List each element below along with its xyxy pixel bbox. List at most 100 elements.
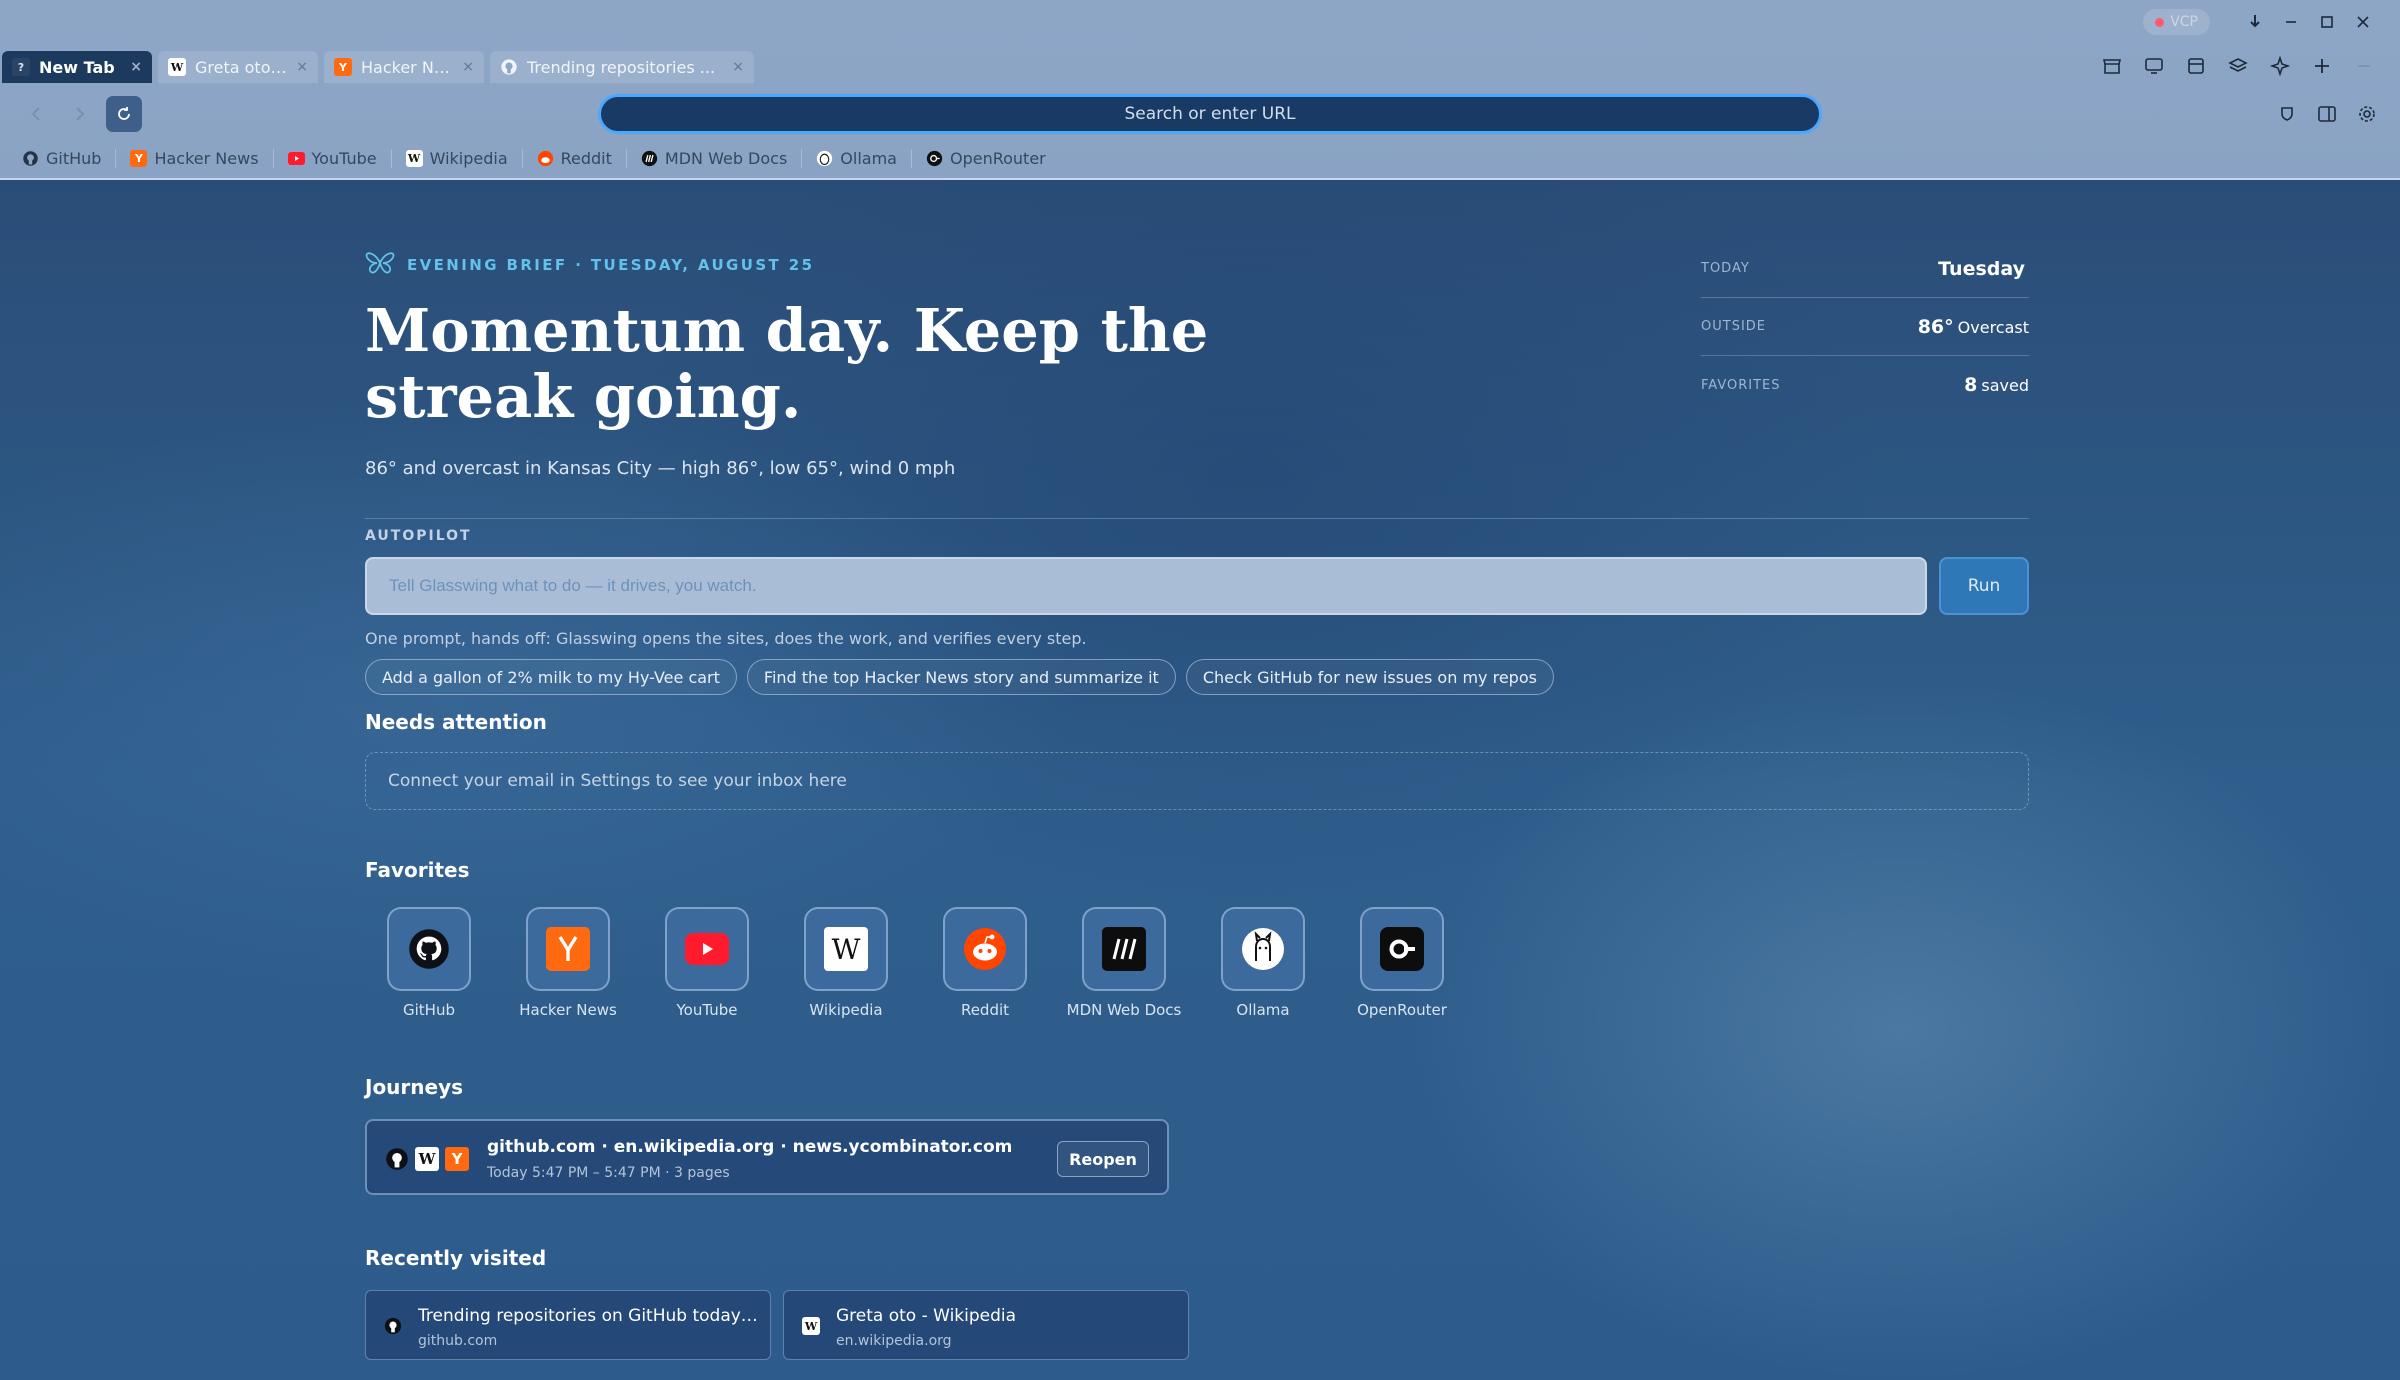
tab-github-trending[interactable]: Trending repositories ... × xyxy=(490,51,754,83)
minimize-button[interactable] xyxy=(2274,8,2308,36)
stats-panel: TODAY Tuesday OUTSIDE 86° Overcast FAVORI… xyxy=(1701,240,2029,414)
favorite-mdn[interactable]: MDN Web Docs xyxy=(1067,907,1181,1019)
vpn-status-dot xyxy=(2155,17,2165,27)
suggestion-chip[interactable]: Add a gallon of 2% milk to my Hy-Vee car… xyxy=(365,659,737,695)
bookmark-mdn[interactable]: MDN Web Docs xyxy=(641,148,803,168)
butterfly-icon xyxy=(365,250,395,280)
layers-icon[interactable] xyxy=(2222,52,2254,80)
bookmark-label: Hacker News xyxy=(154,148,259,168)
bookmark-openrouter[interactable]: OpenRouter xyxy=(926,149,1060,168)
reddit-icon xyxy=(537,150,554,167)
bookmark-github[interactable]: GitHub xyxy=(22,148,117,168)
favorite-wikipedia[interactable]: W Wikipedia xyxy=(804,907,888,1019)
close-tab-icon[interactable]: × xyxy=(732,59,744,75)
stat-today: TODAY Tuesday xyxy=(1701,240,2029,298)
sidebar-toggle-icon[interactable] xyxy=(2312,100,2342,128)
vpn-chip[interactable]: VCP xyxy=(2143,9,2210,35)
recent-item-title: Trending repositories on GitHub today · … xyxy=(418,1306,758,1326)
download-icon[interactable] xyxy=(2238,8,2272,36)
openrouter-icon xyxy=(1360,907,1444,991)
wikipedia-icon: W xyxy=(802,1317,820,1335)
bookmark-ollama[interactable]: Ollama xyxy=(816,148,912,168)
stat-key: TODAY xyxy=(1701,261,1750,276)
recent-item[interactable]: Trending repositories on GitHub today · … xyxy=(365,1290,771,1360)
run-button[interactable]: Run xyxy=(1939,557,2029,615)
title-bar: VCP xyxy=(0,0,2400,44)
stat-value: 86° Overcast xyxy=(1918,316,2029,338)
needs-attention-title: Needs attention xyxy=(365,710,547,734)
favorite-label: OpenRouter xyxy=(1357,1001,1447,1019)
screen-icon[interactable] xyxy=(2138,52,2170,80)
stat-value-bold: 86° xyxy=(1917,315,1954,338)
address-bar-placeholder: Search or enter URL xyxy=(1124,104,1296,124)
close-tab-icon[interactable]: × xyxy=(296,59,308,75)
stat-key: OUTSIDE xyxy=(1701,319,1766,334)
suggestion-chip[interactable]: Find the top Hacker News story and summa… xyxy=(746,659,1176,695)
tab-list-icon[interactable] xyxy=(2348,52,2380,80)
github-icon xyxy=(22,150,39,167)
address-bar[interactable]: Search or enter URL xyxy=(598,94,1822,134)
hacker-news-icon: Y xyxy=(445,1147,469,1171)
sparkle-icon[interactable] xyxy=(2264,52,2296,80)
new-tab-page: EVENING BRIEF · TUESDAY, AUGUST 25 Momen… xyxy=(0,180,2400,1380)
bookmark-youtube[interactable]: YouTube xyxy=(287,148,392,168)
maximize-button[interactable] xyxy=(2310,8,2344,36)
reload-button[interactable] xyxy=(106,96,142,132)
panel-icon[interactable] xyxy=(2180,52,2212,80)
new-tab-plus-icon[interactable] xyxy=(2306,52,2338,80)
recent-item-title: Greta oto - Wikipedia xyxy=(836,1306,1017,1326)
back-button[interactable] xyxy=(18,96,54,132)
close-window-button[interactable] xyxy=(2346,8,2380,36)
brief-label: EVENING BRIEF · TUESDAY, AUGUST 25 xyxy=(407,256,815,274)
stat-favorites: FAVORITES 8 saved xyxy=(1701,356,2029,414)
bookmarks-bar: GitHub Y Hacker News YouTube W Wikipedia… xyxy=(22,145,1074,171)
journey-card[interactable]: W Y github.com · en.wikipedia.org · news… xyxy=(365,1119,1169,1195)
weather-summary: 86° and overcast in Kansas City — high 8… xyxy=(365,458,956,479)
bookmark-wikipedia[interactable]: W Wikipedia xyxy=(405,148,523,168)
bookmark-label: YouTube xyxy=(311,148,377,168)
favorite-reddit[interactable]: Reddit xyxy=(943,907,1027,1019)
autopilot-prompt-input[interactable]: Tell Glasswing what to do — it drives, y… xyxy=(365,557,1927,615)
favorite-hacker-news[interactable]: Hacker News xyxy=(519,907,617,1019)
favorite-ollama[interactable]: Ollama xyxy=(1221,907,1305,1019)
close-tab-icon[interactable]: × xyxy=(462,59,474,75)
bookmark-hacker-news[interactable]: Y Hacker News xyxy=(130,148,274,168)
shield-icon[interactable] xyxy=(2272,100,2302,128)
recently-visited-title: Recently visited xyxy=(365,1246,547,1270)
wikipedia-icon: W xyxy=(804,907,888,991)
stat-value-rest: saved xyxy=(1981,376,2029,395)
bookmark-label: Ollama xyxy=(840,148,897,168)
gear-icon[interactable] xyxy=(2352,100,2382,128)
github-icon xyxy=(500,58,518,76)
favorite-openrouter[interactable]: OpenRouter xyxy=(1357,907,1447,1019)
mdn-icon xyxy=(1082,907,1166,991)
wikipedia-icon: W xyxy=(168,58,186,76)
suggestion-chip[interactable]: Check GitHub for new issues on my repos xyxy=(1185,659,1554,695)
vpn-label: VCP xyxy=(2170,14,2198,30)
bookmark-reddit[interactable]: Reddit xyxy=(537,148,627,168)
stat-value: Tuesday xyxy=(1938,258,2029,280)
journey-meta: Today 5:47 PM – 5:47 PM · 3 pages xyxy=(487,1165,730,1181)
close-tab-icon[interactable]: × xyxy=(130,59,142,75)
hacker-news-icon xyxy=(526,907,610,991)
favorite-youtube[interactable]: YouTube xyxy=(665,907,749,1019)
nav-right-icons xyxy=(2272,100,2382,128)
wikipedia-icon: W xyxy=(405,149,423,167)
favorite-github[interactable]: GitHub xyxy=(387,907,471,1019)
store-icon[interactable] xyxy=(2096,52,2128,80)
recent-item[interactable]: W Greta oto - Wikipedia en.wikipedia.org xyxy=(783,1290,1189,1360)
needs-attention-box[interactable]: Connect your email in Settings to see yo… xyxy=(365,752,2029,810)
question-icon: ? xyxy=(12,58,30,76)
tab-wikipedia[interactable]: W Greta oto - Wikipedia × xyxy=(158,51,318,83)
hacker-news-icon: Y xyxy=(334,58,352,76)
bookmark-label: GitHub xyxy=(46,148,102,168)
toolbar-icons xyxy=(2096,52,2380,80)
journeys-title: Journeys xyxy=(365,1075,464,1099)
tab-hacker-news[interactable]: Y Hacker News × xyxy=(324,51,484,83)
tab-new-tab[interactable]: ? New Tab × xyxy=(2,51,152,83)
stat-value-bold: 8 xyxy=(1964,374,1978,396)
ollama-icon xyxy=(1221,907,1305,991)
section-divider xyxy=(365,518,2029,519)
reopen-button[interactable]: Reopen xyxy=(1057,1141,1149,1177)
forward-button[interactable] xyxy=(62,96,98,132)
